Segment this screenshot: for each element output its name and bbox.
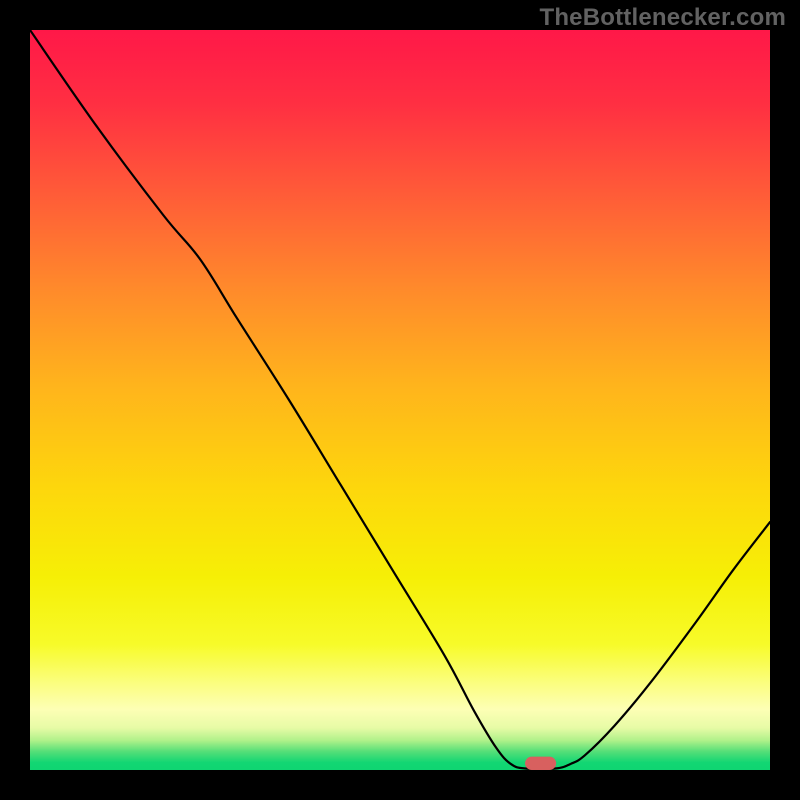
optimal-marker (525, 757, 556, 770)
watermark-text: TheBottlenecker.com (539, 4, 786, 32)
plot-area (30, 30, 770, 770)
chart-frame: TheBottlenecker.com (0, 0, 800, 800)
background-gradient (30, 30, 770, 770)
chart-svg (30, 30, 770, 770)
